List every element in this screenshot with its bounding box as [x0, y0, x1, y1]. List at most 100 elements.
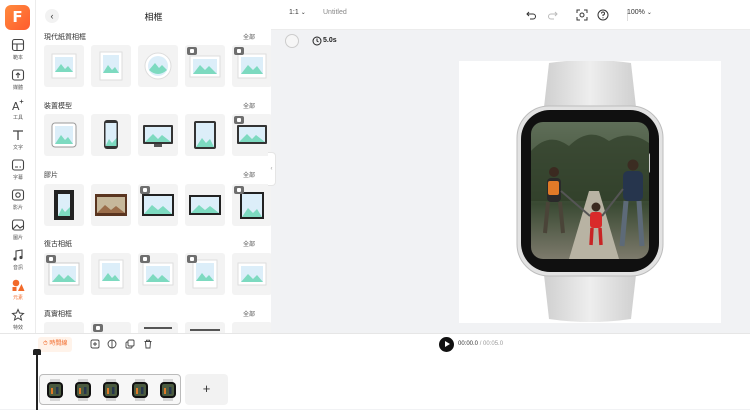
image-icon	[11, 219, 25, 231]
current-time: 00:00.0	[458, 341, 479, 347]
split-icon[interactable]	[107, 339, 117, 349]
effects-icon	[11, 308, 25, 322]
collapse-panel-handle[interactable]: ‹	[268, 152, 276, 186]
elements-icon	[12, 279, 25, 291]
frame-tile[interactable]	[232, 322, 271, 333]
rail-label: 文字	[12, 145, 23, 151]
premium-badge	[93, 324, 103, 332]
project-name[interactable]: Untitled	[323, 9, 347, 16]
frame-tile[interactable]	[44, 45, 84, 87]
section-title: 復古相紙	[44, 241, 72, 248]
rail-item-video[interactable]: 影片	[0, 188, 36, 218]
frame-thumbnail	[144, 327, 172, 329]
add-clip-button[interactable]: +	[185, 374, 228, 405]
playhead[interactable]	[33, 349, 41, 410]
music-icon	[13, 249, 23, 261]
frame-tile[interactable]	[138, 322, 178, 333]
scene-select-toggle[interactable]	[285, 34, 299, 48]
frame-tile[interactable]	[138, 114, 178, 156]
timeline-button-label: 時間線	[49, 341, 68, 347]
scene-duration-row: 5.0s	[271, 31, 750, 51]
scene-duration[interactable]: 5.0s	[323, 37, 337, 44]
frame-tile[interactable]	[232, 114, 271, 156]
scene-clip[interactable]	[39, 374, 181, 405]
video-icon	[11, 189, 25, 201]
rail-label: 影片	[12, 205, 23, 211]
frame-tile[interactable]	[91, 184, 131, 226]
screenshot-icon[interactable]	[576, 9, 588, 21]
premium-badge	[187, 47, 197, 55]
frame-tile[interactable]	[44, 322, 84, 333]
rail-item-elements[interactable]: 元素	[0, 278, 36, 308]
frame-tile[interactable]	[185, 45, 225, 87]
aspect-ratio-select[interactable]: 1:1 ⌄	[289, 9, 306, 16]
rail-item-image[interactable]: 圖片	[0, 218, 36, 248]
total-time: 00:05.0	[483, 341, 504, 347]
rail-item-media[interactable]: 媒體	[0, 68, 36, 98]
timeline-icon: ⏱	[43, 341, 48, 347]
frame-tile[interactable]	[91, 253, 131, 295]
add-scene-icon[interactable]	[90, 339, 100, 349]
premium-badge	[234, 47, 244, 55]
rail-label: 範本	[12, 55, 23, 61]
zoom-value: 100%	[627, 9, 645, 16]
frame-tile[interactable]	[44, 184, 84, 226]
rail-item-audio[interactable]: 音訊	[0, 248, 36, 278]
play-button[interactable]	[439, 337, 454, 352]
frame-thumbnail	[190, 329, 220, 331]
frame-thumbnail	[51, 53, 77, 79]
frame-tile[interactable]	[185, 184, 225, 226]
clock-icon	[312, 36, 322, 46]
frame-tile[interactable]	[138, 253, 178, 295]
rail-label: 工具	[12, 115, 23, 121]
frame-thumbnail	[194, 121, 216, 149]
chevron-down-icon: ⌄	[646, 10, 652, 16]
duplicate-icon[interactable]	[125, 339, 135, 349]
rail-label: 字幕	[12, 175, 23, 181]
clip-thumbnail	[75, 379, 91, 401]
frame-tile[interactable]	[91, 322, 131, 333]
see-all-link[interactable]: 全部	[243, 309, 255, 318]
frame-tile[interactable]	[44, 114, 84, 156]
rail-item-text[interactable]: 文字	[0, 128, 36, 158]
svg-text:A: A	[12, 100, 20, 112]
frame-tile[interactable]	[232, 45, 271, 87]
frames-panel: ‹ 相框 現代紙質相框 全部 裝置模型 全部 膠片 全部 復古相紙 全部 真實相…	[36, 0, 271, 333]
frame-tile[interactable]	[44, 253, 84, 295]
section-title: 裝置模型	[44, 103, 72, 110]
see-all-link[interactable]: 全部	[243, 170, 255, 179]
smartwatch-mockup[interactable]	[459, 60, 721, 323]
help-icon[interactable]	[597, 9, 609, 21]
premium-badge	[234, 186, 244, 194]
frame-tile[interactable]	[185, 253, 225, 295]
frame-tile[interactable]	[138, 45, 178, 87]
see-all-link[interactable]: 全部	[243, 32, 255, 41]
delete-icon[interactable]	[143, 339, 153, 349]
premium-badge	[140, 255, 150, 263]
premium-badge	[234, 116, 244, 124]
rail-label: 圖片	[12, 235, 23, 241]
clip-thumbnail	[132, 379, 148, 401]
see-all-link[interactable]: 全部	[243, 239, 255, 248]
rail-item-template[interactable]: 範本	[0, 38, 36, 68]
undo-icon[interactable]	[525, 9, 537, 21]
see-all-link[interactable]: 全部	[243, 101, 255, 110]
rail-item-subtitles[interactable]: 字幕	[0, 158, 36, 188]
frame-tile[interactable]	[138, 184, 178, 226]
timeline-toggle-button[interactable]: ⏱ 時間線	[38, 337, 73, 352]
frame-tile[interactable]	[91, 114, 131, 156]
playback-time: 00:00.0 / 00:05.0	[458, 341, 503, 347]
frame-tile[interactable]	[185, 322, 225, 333]
frame-tile[interactable]	[232, 184, 271, 226]
frame-tile[interactable]	[91, 45, 131, 87]
rail-item-tools[interactable]: A 工具	[0, 98, 36, 128]
top-toolbar: 1:1 ⌄ Untitled 100% ⌄	[271, 0, 750, 30]
rail-label: 特效	[12, 325, 23, 331]
editor-canvas[interactable]	[459, 60, 721, 323]
redo-icon[interactable]	[547, 9, 559, 21]
frame-tile[interactable]	[185, 114, 225, 156]
frame-tile[interactable]	[232, 253, 271, 295]
app-logo[interactable]: F	[5, 5, 30, 30]
zoom-select[interactable]: 100% ⌄	[627, 9, 652, 16]
chevron-down-icon: ⌄	[300, 10, 306, 16]
